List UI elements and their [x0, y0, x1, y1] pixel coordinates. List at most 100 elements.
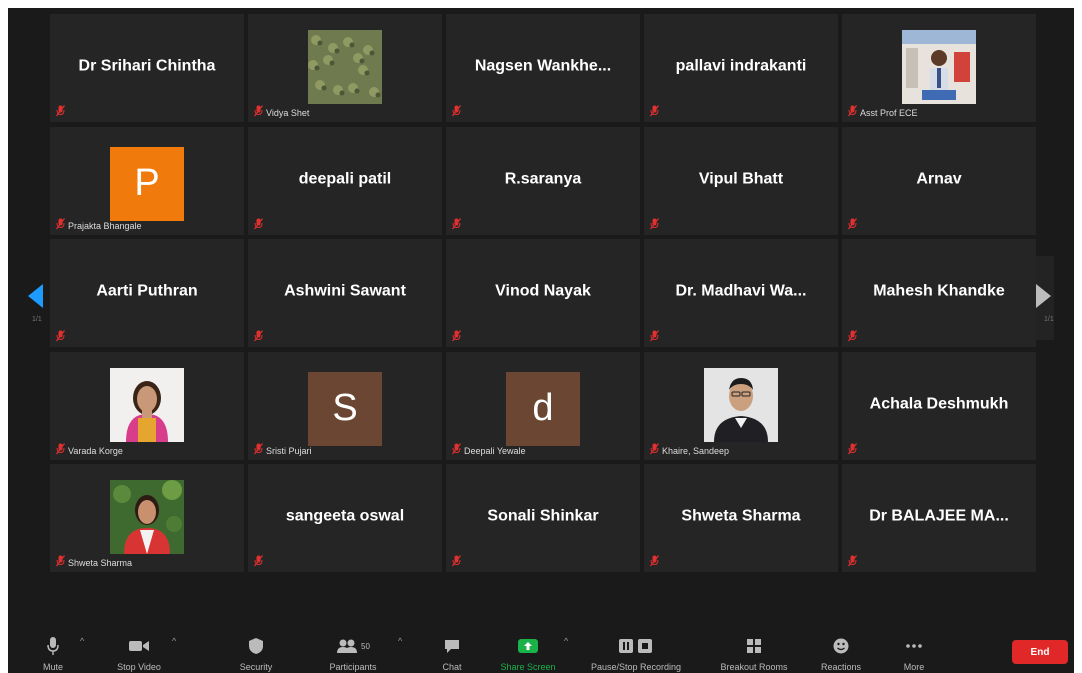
participant-video-thumbnail	[902, 30, 976, 104]
muted-mic-icon	[254, 217, 263, 229]
more-button[interactable]: More	[892, 636, 936, 672]
participant-name: Arnav	[916, 170, 962, 188]
participant-tile[interactable]: Aarti Puthran	[50, 239, 244, 347]
breakout-rooms-button[interactable]: Breakout Rooms	[708, 636, 800, 672]
participant-tile[interactable]: pallavi indrakanti	[644, 14, 838, 122]
reactions-button[interactable]: Reactions	[812, 636, 870, 672]
prev-page-button[interactable]	[20, 256, 48, 340]
participant-name-label: Vidya Shet	[266, 108, 310, 118]
participant-tile[interactable]: Shweta Sharma	[50, 464, 244, 572]
muted-mic-icon	[452, 217, 461, 229]
participant-name: Mahesh Khandke	[873, 282, 1005, 300]
chat-bubble-icon	[432, 636, 472, 656]
more-label: More	[903, 662, 925, 672]
participant-name: Sonali Shinkar	[487, 507, 599, 525]
participant-grid: Dr Srihari Chintha Vidya Shet Nagsen Wankh…	[50, 14, 1040, 572]
muted-mic-icon	[848, 329, 857, 342]
share-options-caret[interactable]: ^	[564, 636, 568, 646]
participant-name: sangeeta oswal	[285, 507, 405, 525]
participant-video-thumbnail	[704, 367, 778, 442]
participants-options-caret[interactable]: ^	[398, 636, 402, 646]
participant-tile[interactable]: Shweta Sharma	[644, 464, 838, 572]
participant-name: pallavi indrakanti	[675, 57, 807, 75]
end-meeting-button[interactable]: End	[1012, 640, 1068, 664]
smiley-icon	[812, 636, 870, 656]
participant-name-label: Asst Prof ECE	[860, 108, 918, 118]
participant-tile[interactable]: S Sristi Pujari	[248, 351, 442, 460]
participant-tile[interactable]: Vipul Bhatt	[644, 126, 838, 235]
muted-mic-icon	[452, 554, 461, 567]
participant-name-label: Varada Korge	[68, 445, 123, 456]
participant-avatar-initial: P	[110, 146, 184, 221]
participant-name: deepali patil	[298, 170, 392, 188]
participants-button[interactable]: 50 Participants	[318, 636, 388, 672]
participant-name: Vinod Nayak	[495, 282, 591, 300]
stop-video-button[interactable]: Stop Video	[104, 636, 174, 672]
participant-tile[interactable]: Arnav	[842, 126, 1036, 235]
muted-mic-icon	[254, 104, 263, 117]
participant-tile[interactable]: Dr. Madhavi Wa...	[644, 239, 838, 347]
mute-button[interactable]: Mute	[32, 636, 74, 672]
mute-options-caret[interactable]: ^	[80, 636, 84, 646]
muted-mic-icon	[848, 442, 857, 454]
mute-label: Mute	[42, 662, 63, 672]
ellipsis-icon	[892, 636, 936, 656]
muted-mic-icon	[650, 442, 659, 454]
participant-tile[interactable]: Achala Deshmukh	[842, 351, 1036, 460]
participant-tile[interactable]: R.saranya	[446, 126, 640, 235]
shield-icon	[228, 636, 284, 656]
video-options-caret[interactable]: ^	[172, 636, 176, 646]
security-button[interactable]: Security	[228, 636, 284, 672]
participant-name: Dr Srihari Chintha	[78, 57, 216, 75]
participant-name-label: Shweta Sharma	[68, 558, 133, 568]
muted-mic-icon	[848, 104, 857, 117]
participant-tile[interactable]: d Deepali Yewale	[446, 351, 640, 460]
participant-tile[interactable]: Vidya Shet	[248, 14, 442, 122]
meeting-window: 1/1 1/1 Dr Srihari Chintha Vidya Shet Nags…	[8, 8, 1074, 673]
participant-tile[interactable]: Vinod Nayak	[446, 239, 640, 347]
participant-tile[interactable]: Asst Prof ECE	[842, 14, 1036, 122]
page-indicator-right: 1/1	[1044, 316, 1054, 323]
breakout-rooms-icon	[708, 636, 800, 656]
participant-name: Dr. Madhavi Wa...	[675, 282, 807, 300]
participant-tile[interactable]: Nagsen Wankhe...	[446, 14, 640, 122]
participant-tile[interactable]: deepali patil	[248, 126, 442, 235]
participant-tile[interactable]: Dr BALAJEE MA...	[842, 464, 1036, 572]
participant-name: Achala Deshmukh	[869, 395, 1009, 413]
meeting-toolbar: Mute ^ Stop Video ^ Security 50 Particip…	[8, 628, 1074, 673]
muted-mic-icon	[650, 554, 659, 567]
participant-name-label: Deepali Yewale	[464, 445, 526, 456]
participant-avatar-initial: d	[506, 371, 580, 446]
muted-mic-icon	[452, 442, 461, 454]
muted-mic-icon	[56, 554, 65, 567]
video-camera-icon	[104, 636, 174, 656]
participant-tile[interactable]: sangeeta oswal	[248, 464, 442, 572]
participant-name-label: Prajakta Bhangale	[68, 220, 142, 231]
participant-name-label: Sristi Pujari	[266, 445, 312, 456]
participant-name-label: Khaire, Sandeep	[662, 445, 730, 456]
participant-tile[interactable]: Varada Korge	[50, 351, 244, 460]
participant-tile[interactable]: Mahesh Khandke	[842, 239, 1036, 347]
muted-mic-icon	[848, 217, 857, 229]
participants-label: Participants	[329, 662, 377, 672]
pause-stop-recording-button[interactable]: Pause/Stop Recording	[586, 636, 686, 672]
share-screen-label: Share Screen	[500, 662, 556, 672]
share-screen-icon	[496, 636, 560, 656]
muted-mic-icon	[452, 329, 461, 342]
pause-stop-icon	[586, 636, 686, 656]
participant-tile[interactable]: P Prajakta Bhangale	[50, 126, 244, 235]
participants-icon: 50	[318, 636, 388, 656]
share-screen-button[interactable]: Share Screen	[496, 636, 560, 672]
microphone-icon	[32, 636, 74, 656]
participant-tile[interactable]: Dr Srihari Chintha	[50, 14, 244, 122]
muted-mic-icon	[650, 217, 659, 229]
participant-tile[interactable]: Khaire, Sandeep	[644, 351, 838, 460]
participant-count: 50	[361, 641, 370, 651]
participant-tile[interactable]: Sonali Shinkar	[446, 464, 640, 572]
participant-tile[interactable]: Ashwini Sawant	[248, 239, 442, 347]
chat-button[interactable]: Chat	[432, 636, 472, 672]
muted-mic-icon	[254, 554, 263, 567]
muted-mic-icon	[254, 442, 263, 454]
muted-mic-icon	[56, 442, 65, 454]
participant-avatar-initial: S	[308, 371, 382, 446]
